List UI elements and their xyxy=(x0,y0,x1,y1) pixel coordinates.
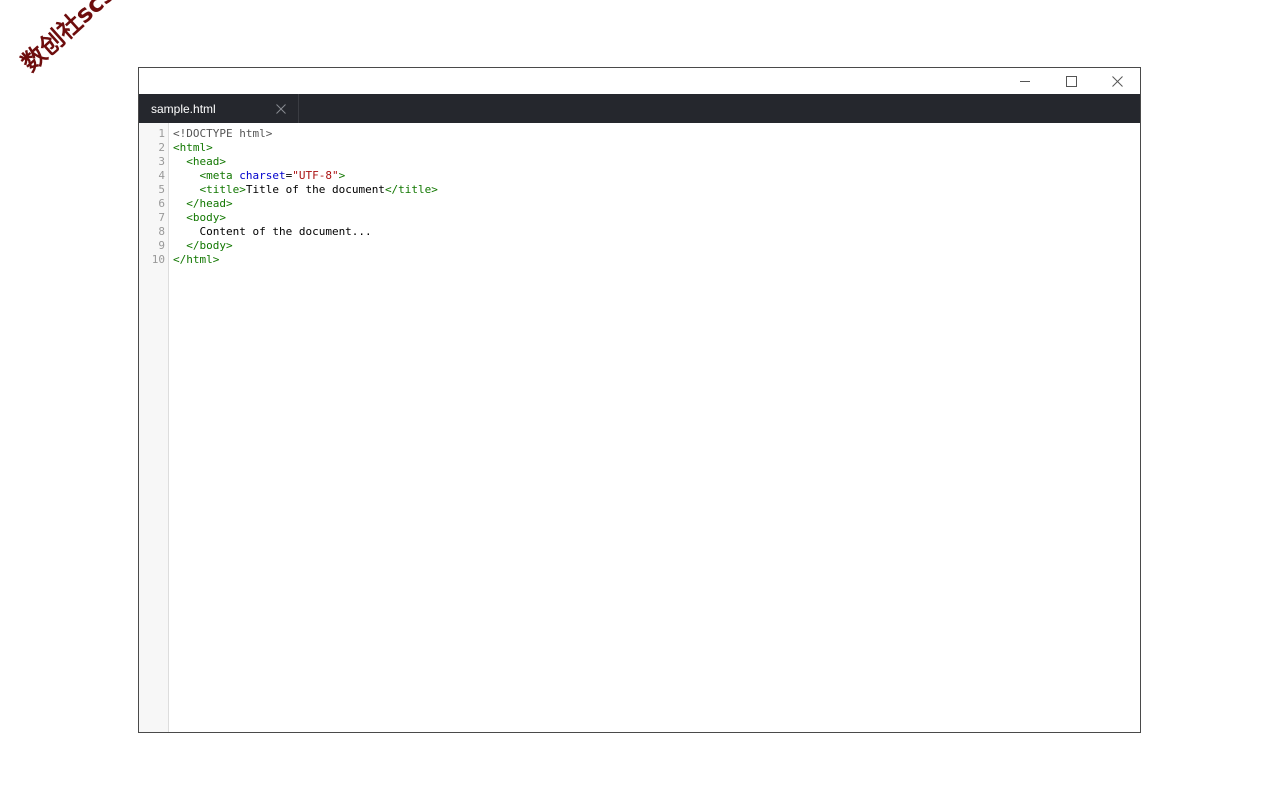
line-number: 3 xyxy=(158,155,165,168)
line-number: 4 xyxy=(158,169,165,182)
line-number: 8 xyxy=(158,225,165,238)
code-token-text: Content of the document... xyxy=(173,225,372,238)
tab-sample-html[interactable]: sample.html xyxy=(139,94,299,123)
code-token-tag: <head> xyxy=(186,155,226,168)
line-number-gutter: 1 2 3 4 5 6 7 8 9 10 xyxy=(139,123,169,732)
line-number: 7 xyxy=(158,211,165,224)
code-line: <head> xyxy=(173,155,1140,169)
line-number: 2 xyxy=(158,141,165,154)
code-editor[interactable]: 1 2 3 4 5 6 7 8 9 10 <!DOCTYPE html> <html> <head>… xyxy=(139,123,1140,732)
code-line: <html> xyxy=(173,141,1140,155)
watermark: 数创社scs66 xyxy=(16,0,145,78)
code-line: </head> xyxy=(173,197,1140,211)
code-token-tag: </title> xyxy=(384,183,438,196)
code-token-string: "UTF-8" xyxy=(292,169,339,182)
minimize-icon xyxy=(1019,80,1030,82)
tab-close-button[interactable] xyxy=(276,103,286,114)
code-line: </html> xyxy=(173,253,1140,267)
tab-bar: sample.html xyxy=(139,94,1140,123)
tab-label: sample.html xyxy=(151,101,216,116)
code-line: <title>Title of the document</title> xyxy=(173,183,1140,197)
line-number: 1 xyxy=(158,127,165,140)
close-icon xyxy=(276,103,286,114)
close-button[interactable] xyxy=(1094,68,1140,94)
code-token-tag: > xyxy=(338,169,346,182)
line-number: 6 xyxy=(158,197,165,210)
code-token-tag: </body> xyxy=(186,239,233,252)
code-token-tag: </html> xyxy=(173,253,220,266)
title-bar xyxy=(139,68,1140,94)
code-token-tag: <body> xyxy=(186,211,226,224)
code-token-tag: <title> xyxy=(199,183,246,196)
minimize-button[interactable] xyxy=(1002,68,1048,94)
code-token-tag: <html> xyxy=(173,141,213,154)
code-token-attr: charset xyxy=(239,169,286,182)
code-line: <!DOCTYPE html> xyxy=(173,127,1140,141)
code-token-text: Title of the document xyxy=(245,183,385,196)
close-icon xyxy=(1111,75,1123,87)
line-number: 10 xyxy=(151,253,165,266)
line-number: 5 xyxy=(158,183,165,196)
line-number: 9 xyxy=(158,239,165,252)
code-line: </body> xyxy=(173,239,1140,253)
window-controls xyxy=(1002,68,1140,94)
editor-window: sample.html 1 2 3 4 5 6 7 8 9 10 <!DOCTYPE html> <… xyxy=(138,67,1141,733)
code-area[interactable]: <!DOCTYPE html> <html> <head> <meta chars… xyxy=(169,123,1140,732)
maximize-button[interactable] xyxy=(1048,68,1094,94)
code-line: Content of the document... xyxy=(173,225,1140,239)
maximize-icon xyxy=(1065,75,1077,87)
code-line: <meta charset="UTF-8"> xyxy=(173,169,1140,183)
code-line: <body> xyxy=(173,211,1140,225)
code-token-tag: </head> xyxy=(186,197,233,210)
code-token-tag: <meta xyxy=(199,169,233,182)
code-token-meta: <!DOCTYPE html> xyxy=(173,127,273,140)
